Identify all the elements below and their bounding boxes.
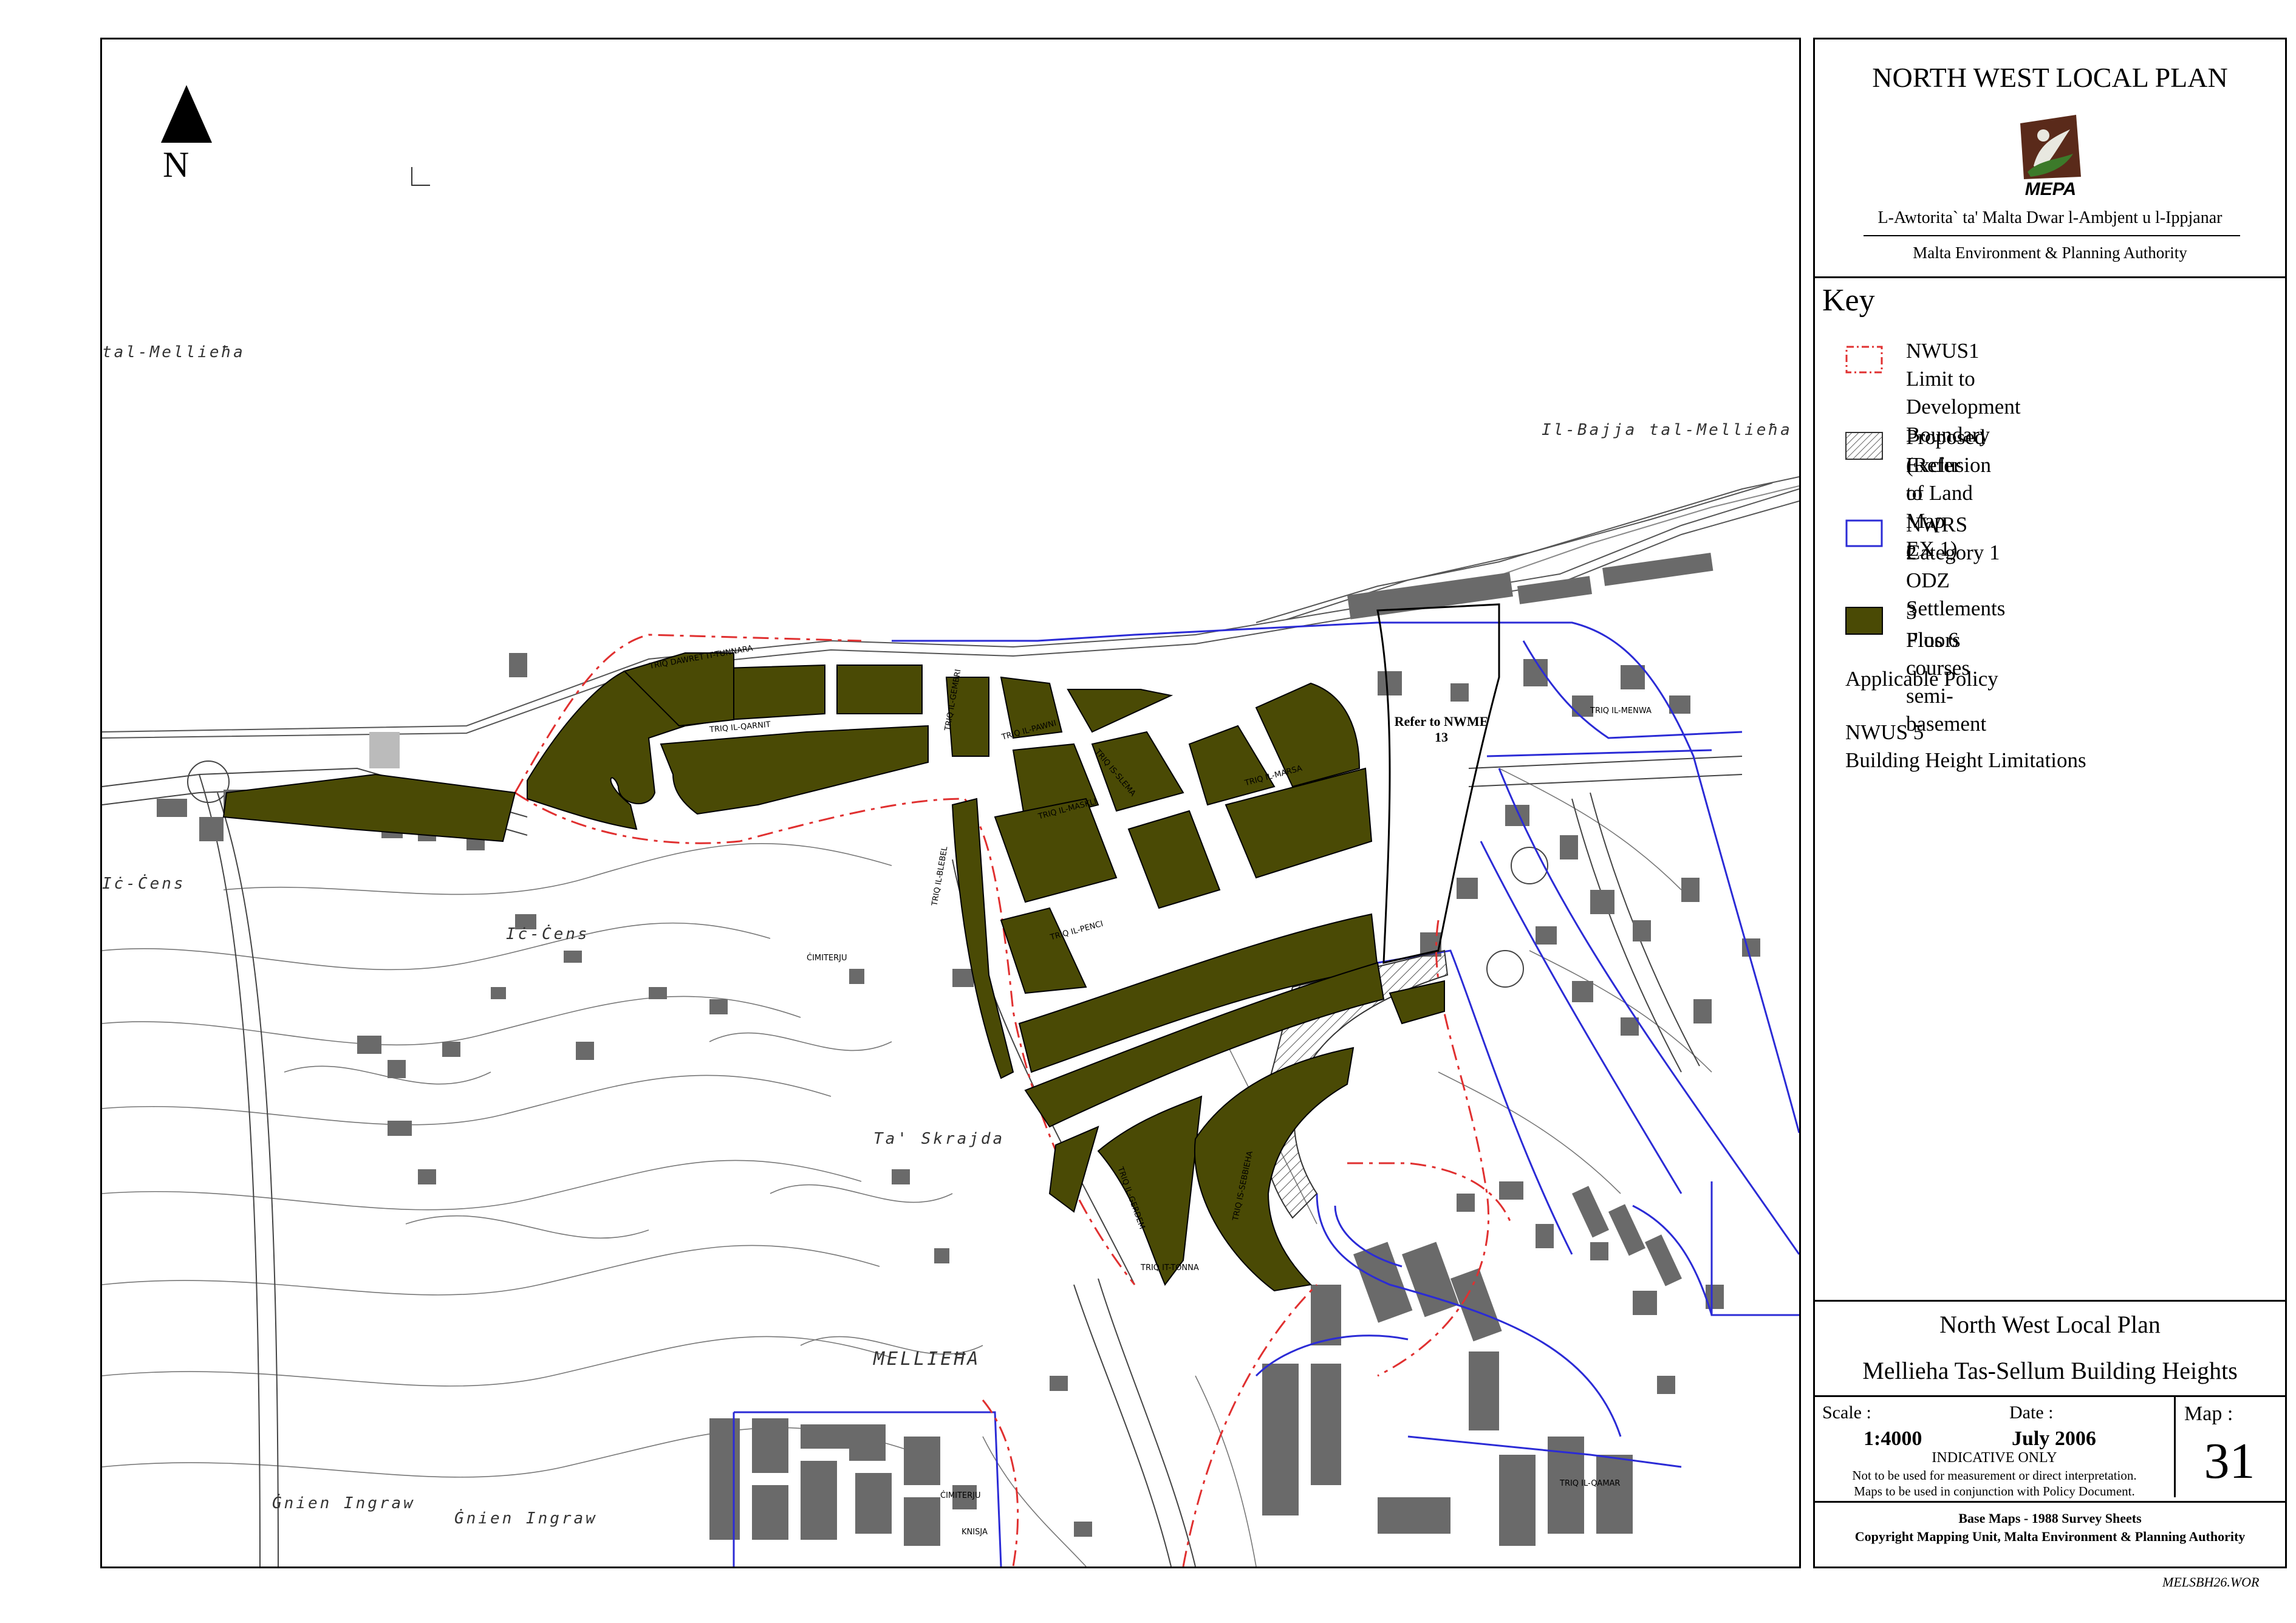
file-code: MELSBH26.WOR [2162,1574,2260,1590]
map-label: Map : [2184,1403,2233,1425]
key-heading: Key [1822,283,1875,318]
divider [1815,276,2285,278]
street-label: TRIQ IL-QAMAR [1560,1479,1621,1488]
divider [1815,1501,2285,1503]
nwme-13-area [1376,603,1500,964]
date-value: July 2006 [2012,1427,2096,1450]
north-arrow [161,85,212,143]
scale-value: 1:4000 [1864,1427,1922,1450]
place-label-gnien-ingraw: Ġnien Ingraw [272,1494,415,1512]
divider [1815,1395,2285,1397]
divider [1864,235,2240,236]
grid-tick-mark [411,167,430,186]
policy-code: NWUS 5 [1845,720,1924,744]
north-label: N [163,145,190,185]
applicable-policy-label: Applicable Policy [1845,667,1998,691]
map-number: 31 [2204,1433,2255,1489]
logo-text: MEPA [2024,179,2077,199]
disclaimer-line-1: Not to be used for measurement or direct… [1852,1468,2137,1483]
street-label: TRIQ IL-MENWA [1590,706,1652,716]
scale-label: Scale : [1822,1403,1871,1423]
plan-name: North West Local Plan [1939,1311,2161,1338]
place-label-ic-cens-2: Iċ-Ċens [506,925,590,943]
map-canvas [102,85,1799,1567]
policy-name: Building Height Limitations [1845,748,2086,772]
refer-note: Refer to NWME 13 [1394,714,1489,745]
hatch-swatch-icon [1845,432,1883,460]
place-label-cimiterju: ĊIMITERJU [807,954,847,963]
north-arrow-icon [161,85,212,143]
map-panel: N tal-Mellieħa Il-Bajja tal-Mellieħa Iċ-… [100,38,1801,1568]
olive-fill-swatch-icon [1845,607,1883,635]
authority-english: Malta Environment & Planning Authority [1913,244,2187,262]
indicative-note: INDICATIVE ONLY [1932,1450,2057,1466]
map-title: Mellieha Tas-Sellum Building Heights [1862,1357,2238,1384]
base-maps-note: Base Maps - 1988 Survey Sheets [1958,1511,2142,1526]
place-label-cimiterju-2: ĊIMITERJU [940,1491,981,1500]
authority-maltese: L-Awtorita` ta' Malta Dwar l-Ambjent u l… [1877,208,2223,227]
place-label-il-bajja: Il-Bajja tal-Mellieħa [1542,421,1792,439]
mepa-logo: MEPA [2015,111,2086,202]
legend-panel: NORTH WEST LOCAL PLAN MEPA L-Awtorita` t… [1813,38,2287,1568]
three-floors-zones [222,652,1445,1292]
plan-title: NORTH WEST LOCAL PLAN [1872,62,2228,93]
red-dashed-swatch-icon [1845,346,1883,374]
divider [1815,1300,2285,1302]
blue-outline-swatch-icon [1845,519,1883,547]
place-label-ic-cens: Iċ-Ċens [102,875,186,893]
copyright-note: Copyright Mapping Unit, Malta Environmen… [1854,1529,2246,1544]
place-label-tal-mellieha: tal-Mellieħa [102,343,245,361]
place-label-mellieha: MELLIEĦA [873,1348,981,1370]
date-label: Date : [2009,1403,2054,1423]
place-label-gnien-ingraw-2: Ġnien Ingraw [454,1509,598,1528]
place-label-knisja: KNISJA [962,1528,988,1537]
street-label: TRIQ IT-TONNA [1141,1263,1199,1273]
place-label-ta-skrajda: Ta' Skrajda [873,1130,1005,1148]
disclaimer-line-2: Maps to be used in conjunction with Poli… [1854,1484,2135,1498]
key-item-label: NWUS1 [1906,339,1980,363]
